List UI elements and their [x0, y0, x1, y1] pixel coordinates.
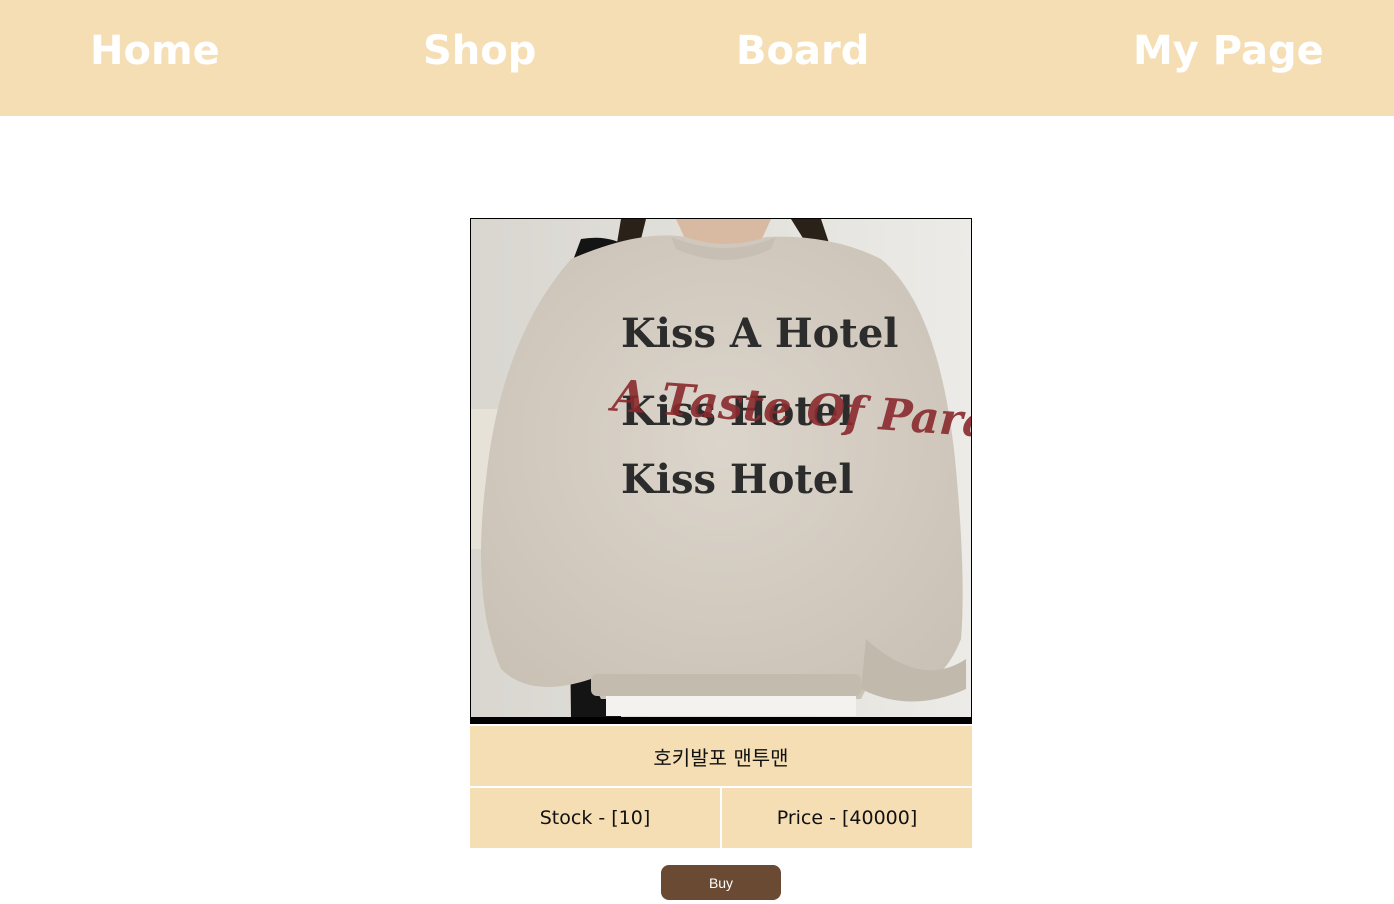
nav-board-link[interactable]: Board	[736, 26, 869, 76]
nav-shop-link[interactable]: Shop	[423, 26, 536, 76]
stock-cell: Stock - [10]	[470, 788, 720, 848]
print-line-1: Kiss A Hotel	[621, 310, 898, 357]
buy-button[interactable]: Buy	[661, 865, 781, 900]
nav-home-link[interactable]: Home	[90, 26, 220, 76]
print-line-3: Kiss Hotel	[621, 456, 854, 503]
stock-text: Stock - [10]	[539, 807, 651, 829]
product-info-row: Stock - [10] Price - [40000]	[470, 788, 972, 848]
price-cell: Price - [40000]	[722, 788, 972, 848]
nav-mypage-link[interactable]: My Page	[1133, 26, 1324, 76]
product-name: 호키발포 맨투맨	[470, 726, 972, 786]
top-navbar: Home Shop Board My Page	[0, 0, 1394, 116]
price-text: Price - [40000]	[776, 807, 918, 829]
product-name-text: 호키발포 맨투맨	[653, 745, 789, 770]
product-image: Kiss A Hotel Kiss Hotel Kiss Hotel A Tas…	[470, 218, 972, 724]
